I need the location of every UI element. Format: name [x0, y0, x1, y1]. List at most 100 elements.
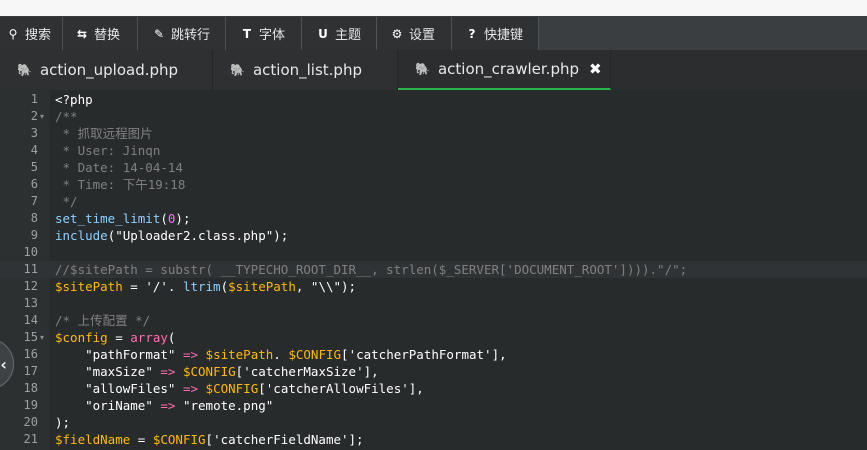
code-token: => — [160, 398, 176, 413]
code-text: $fieldName = $CONFIG['catcherFieldName']… — [55, 431, 364, 448]
code-token: $CONFIG — [182, 364, 236, 379]
close-tab-icon[interactable]: ✖ — [589, 60, 602, 78]
code-line[interactable]: 15 ▾ $config = array( — [0, 329, 867, 346]
code-token: "remote.png" — [182, 398, 274, 413]
code-token: "\\" — [310, 279, 342, 294]
code-token: , — [295, 279, 311, 294]
code-line[interactable]: 11 //$sitePath = substr( __TYPECHO_ROOT_D… — [0, 261, 867, 278]
code-line[interactable]: 4 * User: Jinqn — [0, 142, 867, 159]
line-number: 21 — [23, 432, 38, 446]
code-token: ( — [167, 330, 176, 345]
theme-button[interactable]: U 主题 — [302, 17, 377, 50]
line-number: 19 — [23, 398, 38, 412]
php-file-icon: 🐘 — [230, 63, 245, 77]
code-line[interactable]: 17 "maxSize" => $CONFIG['catcherMaxSize'… — [0, 363, 867, 380]
code-token: * Date: 14-04-14 — [55, 160, 183, 175]
code-token: set_time_limit — [55, 211, 161, 226]
code-line[interactable]: 3 * 抓取远程图片 — [0, 125, 867, 142]
goto-line-button[interactable]: ✎ 跳转行 — [138, 17, 226, 50]
code-text: "oriName" => "remote.png" — [55, 397, 273, 414]
code-token: ); — [55, 415, 71, 430]
code-line[interactable]: 8 set_time_limit(0); — [0, 210, 867, 227]
line-number: 14 — [23, 313, 38, 327]
code-token: ); — [341, 279, 357, 294]
code-line[interactable]: 10 — [0, 244, 867, 261]
code-token: * 抓取远程图片 — [55, 126, 153, 141]
code-text: /** — [55, 108, 78, 125]
tab-label: action_crawler.php — [437, 60, 580, 78]
code-line[interactable]: 6 * Time: 下午19:18 — [0, 176, 867, 193]
code-token: "Uploader2.class.php" — [115, 228, 274, 243]
code-text: * Date: 14-04-14 — [55, 159, 183, 176]
code-text: //$sitePath = substr( __TYPECHO_ROOT_DIR… — [55, 261, 687, 278]
code-line[interactable]: 9 include("Uploader2.class.php"); — [0, 227, 867, 244]
code-text: "maxSize" => $CONFIG['catcherMaxSize'], — [55, 363, 379, 380]
code-token: ltrim — [182, 279, 221, 294]
code-text: "allowFiles" => $CONFIG['catcherAllowFil… — [55, 380, 424, 397]
replace-icon: ⇆ — [76, 26, 88, 41]
replace-button[interactable]: ⇆ 替换 — [63, 17, 138, 50]
gear-icon: ⚙ — [391, 26, 403, 41]
code-text: $sitePath = '/'. ltrim($sitePath, "\\"); — [55, 278, 356, 295]
editor-toolbar: ⚲ 搜索 ⇆ 替换 ✎ 跳转行 T 字体 U 主题 ⚙ 设置 ? 快捷键 — [0, 16, 867, 50]
code-token: = — [107, 330, 131, 345]
tab-label: action_upload.php — [39, 61, 179, 79]
code-line[interactable]: 2 ▾ /** — [0, 108, 867, 125]
shortcuts-label: 快捷键 — [484, 28, 524, 43]
goto-line-label: 跳转行 — [171, 28, 211, 43]
tab-action-upload[interactable]: 🐘 action_upload.php — [0, 50, 213, 90]
code-line[interactable]: 13 — [0, 295, 867, 312]
code-text: * User: Jinqn — [55, 142, 161, 159]
line-number: 20 — [23, 415, 38, 429]
code-line[interactable]: 14 /* 上传配置 */ — [0, 312, 867, 329]
font-button[interactable]: T 字体 — [226, 17, 302, 50]
settings-label: 设置 — [409, 28, 436, 43]
code-text: */ — [55, 193, 78, 210]
code-line[interactable]: 20); — [0, 414, 867, 431]
code-token: = — [122, 279, 146, 294]
fold-toggle-icon[interactable]: ▾ — [40, 108, 44, 125]
code-token: $CONFIG — [205, 381, 259, 396]
code-line[interactable]: 5 * Date: 14-04-14 — [0, 159, 867, 176]
code-token: array — [130, 330, 168, 345]
tab-label: action_list.php — [252, 61, 362, 79]
code-text: set_time_limit(0); — [55, 210, 190, 227]
shortcuts-button[interactable]: ? 快捷键 — [452, 17, 539, 50]
line-number: 12 — [23, 279, 38, 293]
settings-button[interactable]: ⚙ 设置 — [377, 17, 452, 50]
code-line[interactable]: 7 */ — [0, 193, 867, 210]
toolbar-spacer — [539, 17, 867, 50]
line-number: 5 — [30, 160, 38, 174]
goto-line-icon: ✎ — [153, 26, 165, 41]
line-number: 3 — [30, 126, 38, 140]
tab-action-list[interactable]: 🐘 action_list.php — [213, 50, 398, 90]
code-line[interactable]: 1 <?php — [0, 91, 867, 108]
code-token: => — [160, 364, 176, 379]
code-line[interactable]: 18 "allowFiles" => $CONFIG['catcherAllow… — [0, 380, 867, 397]
code-token: $CONFIG — [152, 432, 206, 447]
code-token: /** — [55, 109, 78, 124]
code-token: '/' — [145, 279, 168, 294]
search-button[interactable]: ⚲ 搜索 — [0, 17, 63, 50]
code-token: $sitePath — [55, 279, 123, 294]
code-line[interactable]: 19 "oriName" => "remote.png" — [0, 397, 867, 414]
code-token: "maxSize" — [85, 364, 153, 379]
code-token: ( — [220, 279, 229, 294]
code-line[interactable]: 21 $fieldName = $CONFIG['catcherFieldName… — [0, 431, 867, 448]
help-icon: ? — [468, 26, 476, 41]
line-number: 4 — [30, 143, 38, 157]
code-token: include — [55, 228, 108, 243]
search-icon: ⚲ — [8, 26, 18, 41]
fold-toggle-icon[interactable]: ▾ — [40, 329, 44, 346]
code-line[interactable]: 16 "pathFormat" => $sitePath. $CONFIG['c… — [0, 346, 867, 363]
code-editor[interactable]: 1 <?php 2 ▾/** 3 * 抓取远程图片 4 * User: Jinqn 5 * … — [0, 90, 867, 450]
tab-action-crawler[interactable]: 🐘 action_crawler.php ✖ — [398, 50, 611, 90]
code-token: 'catcherMaxSize' — [243, 364, 364, 379]
line-number: 7 — [30, 194, 38, 208]
code-text: * 抓取远程图片 — [55, 125, 153, 142]
code-line[interactable]: 12 $sitePath = '/'. ltrim($sitePath, "\\"… — [0, 278, 867, 295]
